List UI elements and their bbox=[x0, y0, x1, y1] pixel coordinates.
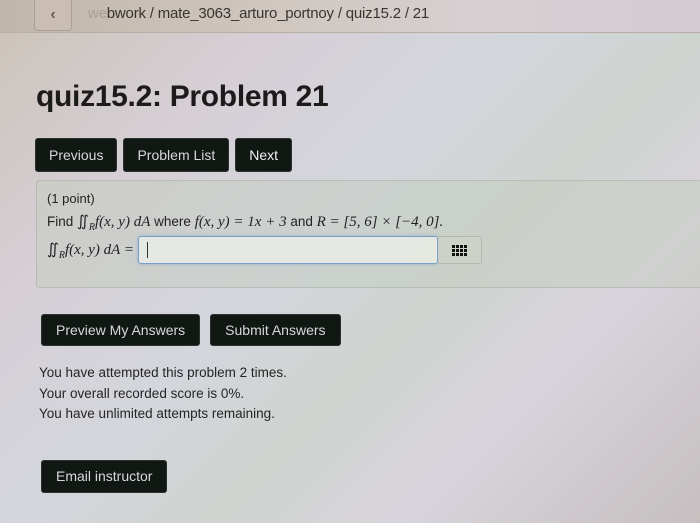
email-instructor-button[interactable]: Email instructor bbox=[41, 460, 168, 493]
problem-list-button[interactable]: Problem List bbox=[123, 138, 230, 172]
region-definition: R = [5, 6] × [−4, 0]. bbox=[316, 214, 444, 230]
answer-row: ∬Rf(x, y) dA = bbox=[47, 236, 482, 264]
page-title: quiz15.2: Problem 21 bbox=[36, 80, 329, 113]
answer-input[interactable] bbox=[137, 236, 438, 264]
submit-answers-button[interactable]: Submit Answers bbox=[210, 314, 341, 346]
attempts-text: You have attempted this problem 2 times. bbox=[39, 365, 287, 380]
score-text: Your overall recorded score is 0%. bbox=[39, 385, 245, 401]
email-row: Email instructor bbox=[41, 460, 168, 493]
attempt-status: You have attempted this problem 2 times.… bbox=[39, 363, 287, 425]
answer-label: ∬Rf(x, y) dA = bbox=[47, 240, 134, 261]
problem-box: (1 point) Find ∬Rf(x, y) dA where f(x, y… bbox=[36, 180, 700, 288]
previous-button[interactable]: Previous bbox=[35, 138, 118, 172]
equation-palette-button[interactable] bbox=[437, 236, 482, 264]
top-bar: ‹ webwork / mate_3063_arturo_portnoy / q… bbox=[0, 0, 700, 33]
breadcrumb: webwork / mate_3063_arturo_portnoy / qui… bbox=[88, 5, 429, 22]
find-label: Find bbox=[47, 214, 74, 229]
function-definition: f(x, y) = 1x + 3 bbox=[194, 214, 287, 230]
breadcrumb-prefix[interactable]: we bbox=[88, 5, 107, 22]
remaining-attempts-text: You have unlimited attempts remaining. bbox=[39, 406, 275, 421]
equation-palette-grid-icon bbox=[451, 244, 467, 256]
back-button[interactable]: ‹ bbox=[34, 0, 72, 31]
preview-answers-button[interactable]: Preview My Answers bbox=[41, 314, 201, 346]
integral-expression: ∬Rf(x, y) dA bbox=[77, 214, 151, 233]
breadcrumb-path[interactable]: bwork / mate_3063_arturo_portnoy / quiz1… bbox=[107, 5, 429, 22]
integrand: f(x, y) dA bbox=[94, 214, 151, 230]
double-integral-symbol: ∬ bbox=[77, 214, 89, 230]
chevron-left-icon: ‹ bbox=[50, 6, 56, 23]
problem-points: (1 point) bbox=[47, 191, 95, 206]
text-caret bbox=[146, 242, 148, 258]
double-integral-symbol: ∬ bbox=[47, 241, 59, 258]
where-label: where bbox=[154, 214, 191, 229]
problem-navigation: Previous Problem List Next bbox=[35, 138, 293, 172]
answer-integrand: f(x, y) dA = bbox=[64, 241, 134, 258]
and-label: and bbox=[290, 214, 313, 229]
problem-statement: Find ∬Rf(x, y) dA where f(x, y) = 1x + 3… bbox=[47, 212, 443, 233]
next-button[interactable]: Next bbox=[235, 138, 293, 172]
answer-actions: Preview My Answers Submit Answers bbox=[41, 314, 341, 346]
